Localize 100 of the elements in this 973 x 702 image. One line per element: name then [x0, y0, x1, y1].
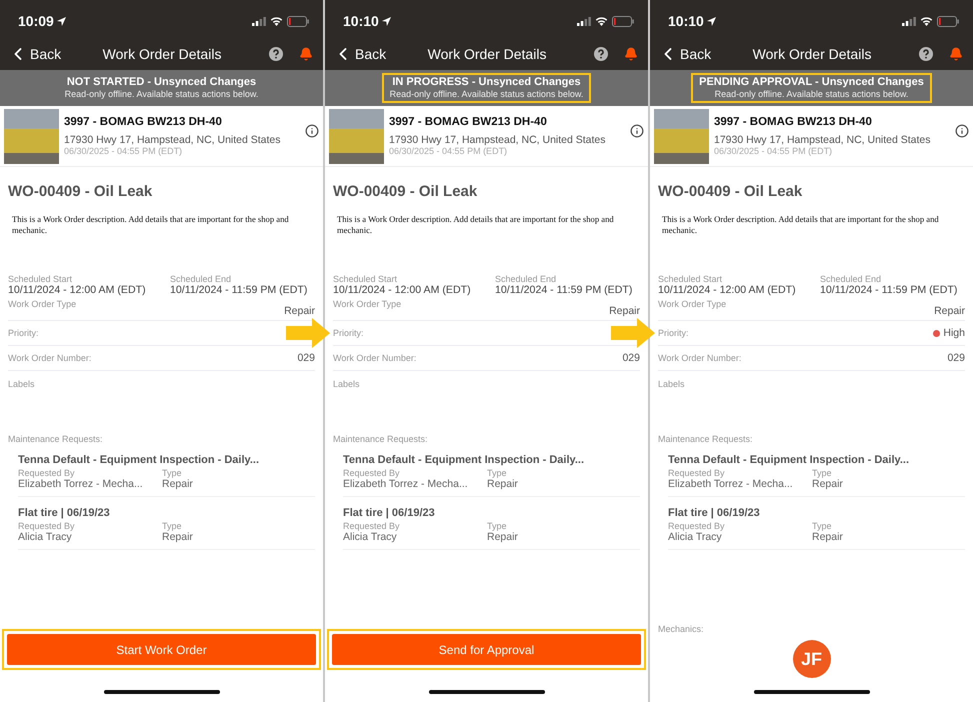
work-order-title: WO-00409 - Oil Leak [658, 183, 804, 200]
offline-note: Read-only offline. Available status actions below. [714, 89, 910, 100]
battery-icon [612, 16, 634, 26]
section-heading: Maintenance Requests: [333, 434, 429, 444]
request-label: Type [162, 468, 183, 478]
wifi-icon [595, 16, 608, 26]
request-label: Requested By [668, 468, 726, 478]
request-value: Repair [487, 478, 519, 490]
bell-icon [299, 47, 313, 61]
schedule-value: 10/11/2024 - 11:59 PM (EDT) [495, 284, 634, 296]
field-value: 029 [297, 352, 315, 364]
field-label: Work Order Type [8, 299, 76, 309]
notifications-button[interactable] [299, 47, 313, 61]
location-arrow-icon [382, 16, 391, 26]
asset-address: 17930 Hwy 17, Hampstead, NC, United States [714, 134, 932, 146]
asset-name: 3997 - BOMAG BW213 DH-40 [714, 116, 873, 128]
clock-time: 10:10 [343, 13, 391, 29]
clock-time: 10:09 [18, 13, 66, 29]
arrow-icon [286, 318, 330, 348]
request-title: Tenna Default - Equipment Inspection - Daily... [18, 454, 260, 466]
status-text: NOT STARTED - Unsynced Changes [66, 76, 258, 89]
bell-icon [624, 47, 638, 61]
schedule-value: 10/11/2024 - 11:59 PM (EDT) [170, 284, 308, 296]
asset-name: 3997 - BOMAG BW213 DH-40 [389, 116, 548, 128]
field-label: Work Order Type [658, 299, 726, 309]
request-value: Repair [162, 478, 194, 490]
work-order-description: This is a Work Order description. Add details that are important for the shop and mechanic. [12, 214, 290, 236]
request-value: Elizabeth Torrez - Mecha... [18, 478, 144, 490]
request-label: Requested By [18, 468, 76, 478]
help-button[interactable] [594, 47, 608, 61]
notifications-button[interactable] [624, 47, 638, 61]
field-label: Labels [8, 378, 35, 388]
schedule-label: Scheduled Start [333, 274, 398, 284]
asset-timestamp: 06/30/2025 - 04:55 PM (EDT) [64, 146, 184, 156]
field-label: Work Order Number: [333, 353, 416, 363]
request-label: Requested By [343, 521, 401, 531]
schedule-value: 10/11/2024 - 11:59 PM (EDT) [820, 284, 958, 296]
signal-icon [902, 16, 916, 26]
field-value: Repair [934, 305, 965, 317]
request-label: Type [812, 521, 833, 531]
field-value: High [933, 327, 965, 339]
notifications-button[interactable] [949, 47, 963, 61]
help-button[interactable] [919, 47, 933, 61]
request-value: Alicia Tracy [18, 531, 73, 543]
location-arrow-icon [56, 16, 66, 26]
field-label: Priority: [658, 328, 689, 338]
schedule-label: Scheduled End [170, 274, 232, 284]
request-label: Type [487, 468, 508, 478]
asset-address: 17930 Hwy 17, Hampstead, NC, United States [389, 134, 607, 146]
field-label: Priority: [8, 328, 39, 338]
request-label: Type [162, 521, 183, 531]
field-value: Repair [609, 305, 640, 317]
screen-title: Work Order Details [426, 46, 548, 62]
back-link[interactable]: Back [333, 44, 386, 64]
request-title: Flat tire | 06/19/23 [343, 507, 436, 519]
schedule-value: 10/11/2024 - 12:00 AM (EDT) [8, 284, 147, 296]
bell-icon [949, 47, 963, 61]
photo-placeholder [4, 108, 59, 164]
help-button[interactable] [269, 47, 283, 61]
asset-name: 3997 - BOMAG BW213 DH-40 [64, 116, 223, 128]
status-text: IN PROGRESS - Unsynced Changes [391, 76, 582, 89]
field-label: Labels [658, 378, 685, 388]
photo-placeholder [329, 108, 384, 164]
offline-note: Read-only offline. Available status actions below. [64, 89, 258, 100]
section-heading: Maintenance Requests: [658, 434, 754, 444]
help-icon [269, 47, 283, 61]
photo-placeholder [654, 108, 709, 164]
request-label: Type [487, 521, 508, 531]
signal-icon [252, 16, 266, 26]
screen-title: Work Order Details [752, 46, 872, 62]
arrow-icon [610, 318, 655, 348]
request-label: Requested By [343, 468, 401, 478]
request-value: Elizabeth Torrez - Mecha... [668, 478, 794, 490]
field-value: 029 [622, 352, 640, 364]
schedule-label: Scheduled Start [8, 274, 74, 284]
info-icon[interactable] [630, 124, 644, 138]
asset-timestamp: 06/30/2025 - 04:55 PM (EDT) [714, 146, 834, 156]
field-label: Work Order Type [333, 299, 402, 309]
wifi-icon [270, 16, 283, 26]
status-text: PENDING APPROVAL - Unsynced Changes [699, 76, 924, 89]
mechanics-label: Mechanics: [658, 624, 704, 634]
request-title: Flat tire | 06/19/23 [18, 507, 111, 519]
work-order-description: This is a Work Order description. Add details that are important for the shop and mechanic. [337, 214, 615, 236]
request-title: Tenna Default - Equipment Inspection - Daily... [668, 454, 910, 466]
asset-timestamp: 06/30/2025 - 04:55 PM (EDT) [389, 146, 508, 156]
battery-icon [937, 16, 959, 26]
schedule-label: Scheduled Start [658, 274, 724, 284]
request-label: Type [812, 468, 833, 478]
back-link[interactable]: Back [658, 44, 712, 64]
battery-icon [287, 16, 309, 26]
request-value: Elizabeth Torrez - Mecha... [343, 478, 469, 490]
field-label: Labels [333, 378, 360, 388]
info-icon[interactable] [955, 124, 969, 138]
offline-note: Read-only offline. Available status actions below. [390, 89, 584, 100]
schedule-value: 10/11/2024 - 12:00 AM (EDT) [658, 284, 797, 296]
request-value: Repair [487, 531, 519, 543]
info-icon[interactable] [305, 124, 319, 138]
back-link[interactable]: Back [8, 44, 62, 64]
work-order-title: WO-00409 - Oil Leak [333, 183, 478, 200]
schedule-label: Scheduled End [495, 274, 558, 284]
